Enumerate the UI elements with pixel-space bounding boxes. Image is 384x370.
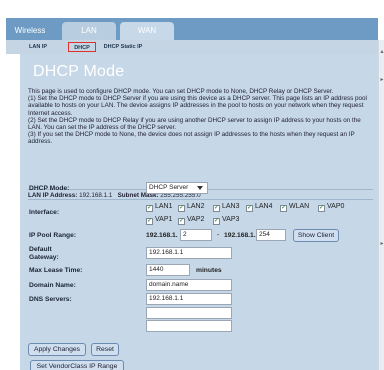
lan-ip-value: 192.168.1.1 — [79, 192, 113, 199]
ip-pool-end-input[interactable]: 254 — [256, 229, 286, 241]
tab-wan[interactable]: WAN — [120, 22, 174, 40]
checkbox-label: VAP2 — [187, 216, 205, 223]
sub-navigation: LAN IP DHCP DHCP Static IP — [6, 40, 378, 54]
description-paragraph: (1) Set the DHCP mode to DHCP Server if … — [28, 95, 367, 117]
check-icon[interactable]: ✓ — [213, 205, 220, 212]
max-lease-time-value: 1440 — [149, 266, 164, 273]
dns-servers-label: DNS Servers: — [29, 296, 72, 303]
check-icon[interactable]: ✓ — [246, 205, 253, 212]
checkbox-wlan[interactable]: ✓ WLAN — [280, 202, 309, 212]
dns-server-3-input[interactable] — [146, 320, 232, 332]
set-vendorclass-ip-range-button[interactable]: Set VendorClass IP Range — [30, 360, 124, 370]
default-gateway-label-line: Gateway: — [29, 254, 59, 261]
domain-name-input[interactable]: domain.name — [146, 279, 232, 291]
checkbox-lan4[interactable]: ✓ LAN4 — [246, 202, 273, 212]
ip-pool-start-input[interactable]: 2 — [180, 229, 212, 241]
top-navigation: Wireless LAN WAN — [6, 18, 378, 40]
scroll-up-icon[interactable]: ▴ — [379, 48, 384, 55]
checkbox-label: LAN3 — [222, 203, 240, 210]
lease-unit: minutes — [196, 267, 222, 274]
dhcp-content-panel: DHCP Mode This page is used to configure… — [20, 54, 378, 370]
checkbox-label: LAN2 — [187, 203, 205, 210]
description-paragraph: This page is used to configure DHCP mode… — [28, 88, 334, 95]
checkbox-vap1[interactable]: ✓ VAP1 — [146, 215, 172, 225]
interface-label: Interface: — [29, 209, 60, 216]
description-paragraph: (3) If you set the DHCP mode to None, th… — [28, 131, 355, 146]
tab-wireless[interactable]: Wireless — [6, 22, 54, 40]
ip-pool-end-prefix: 192.168.1. — [224, 232, 256, 239]
scroll-marker-icon: ▸ — [380, 77, 384, 83]
chevron-down-icon — [197, 186, 203, 190]
check-icon[interactable]: ✓ — [178, 205, 185, 212]
lan-ip-label: LAN IP Address: — [28, 192, 78, 199]
domain-name-label: Domain Name: — [29, 282, 76, 289]
check-icon[interactable]: ✓ — [280, 205, 287, 212]
checkbox-label: WLAN — [289, 203, 310, 210]
dns-server-1-value: 192.168.1.1 — [149, 295, 184, 302]
checkbox-lan1[interactable]: ✓ LAN1 — [146, 202, 173, 212]
subtab-dhcp-static-ip[interactable]: DHCP Static IP — [99, 42, 147, 52]
vertical-scrollbar[interactable]: ▴ ▸ ▸ — [378, 40, 384, 370]
dns-server-1-input[interactable]: 192.168.1.1 — [146, 293, 232, 305]
checkbox-label: LAN1 — [155, 203, 173, 210]
apply-changes-button[interactable]: Apply Changes — [28, 343, 86, 356]
checkbox-vap0[interactable]: ✓ VAP0 — [318, 202, 344, 212]
check-icon[interactable]: ✓ — [213, 218, 220, 225]
default-gateway-label: Default Gateway: — [29, 246, 59, 262]
checkbox-label: VAP0 — [327, 203, 345, 210]
check-icon[interactable]: ✓ — [318, 205, 325, 212]
checkbox-vap2[interactable]: ✓ VAP2 — [178, 215, 204, 225]
check-icon[interactable]: ✓ — [146, 205, 153, 212]
dhcp-mode-select[interactable]: DHCP Server — [146, 182, 208, 194]
dns-server-2-input[interactable] — [146, 307, 232, 319]
tab-lan[interactable]: LAN — [62, 22, 116, 40]
subtab-lan-ip[interactable]: LAN IP — [26, 42, 50, 52]
divider — [28, 199, 373, 200]
default-gateway-label-line: Default — [29, 246, 52, 253]
dhcp-mode-value: DHCP Server — [149, 184, 189, 191]
checkbox-lan3[interactable]: ✓ LAN3 — [213, 202, 240, 212]
ip-pool-start-prefix: 192.168.1. — [146, 232, 178, 239]
subtab-dhcp[interactable]: DHCP — [68, 42, 96, 52]
dhcp-mode-label: DHCP Mode: — [29, 185, 70, 192]
page-description: This page is used to configure DHCP mode… — [28, 88, 373, 146]
scroll-marker-icon: ▸ — [380, 241, 384, 247]
checkbox-label: VAP1 — [155, 216, 173, 223]
check-icon[interactable]: ✓ — [146, 218, 153, 225]
checkbox-lan2[interactable]: ✓ LAN2 — [178, 202, 205, 212]
default-gateway-value: 192.168.1.1 — [149, 249, 184, 256]
ip-pool-end-value: 254 — [259, 231, 270, 238]
checkbox-vap3[interactable]: ✓ VAP3 — [213, 215, 239, 225]
description-paragraph: (2) Set the DHCP mode to DHCP Relay if y… — [28, 116, 361, 132]
default-gateway-input[interactable]: 192.168.1.1 — [146, 247, 232, 259]
reset-button[interactable]: Reset — [91, 343, 119, 356]
domain-name-value: domain.name — [149, 281, 189, 288]
ip-pool-start-value: 2 — [183, 231, 187, 238]
max-lease-time-label: Max Lease Time: — [29, 267, 83, 274]
checkbox-label: LAN4 — [255, 203, 273, 210]
show-client-button[interactable]: Show Client — [293, 229, 339, 242]
ip-pool-separator: - — [217, 232, 220, 239]
ip-pool-label: IP Pool Range: — [29, 232, 77, 239]
check-icon[interactable]: ✓ — [178, 218, 185, 225]
checkbox-label: VAP3 — [222, 216, 240, 223]
page-title: DHCP Mode — [33, 63, 125, 80]
max-lease-time-input[interactable]: 1440 — [146, 264, 190, 276]
